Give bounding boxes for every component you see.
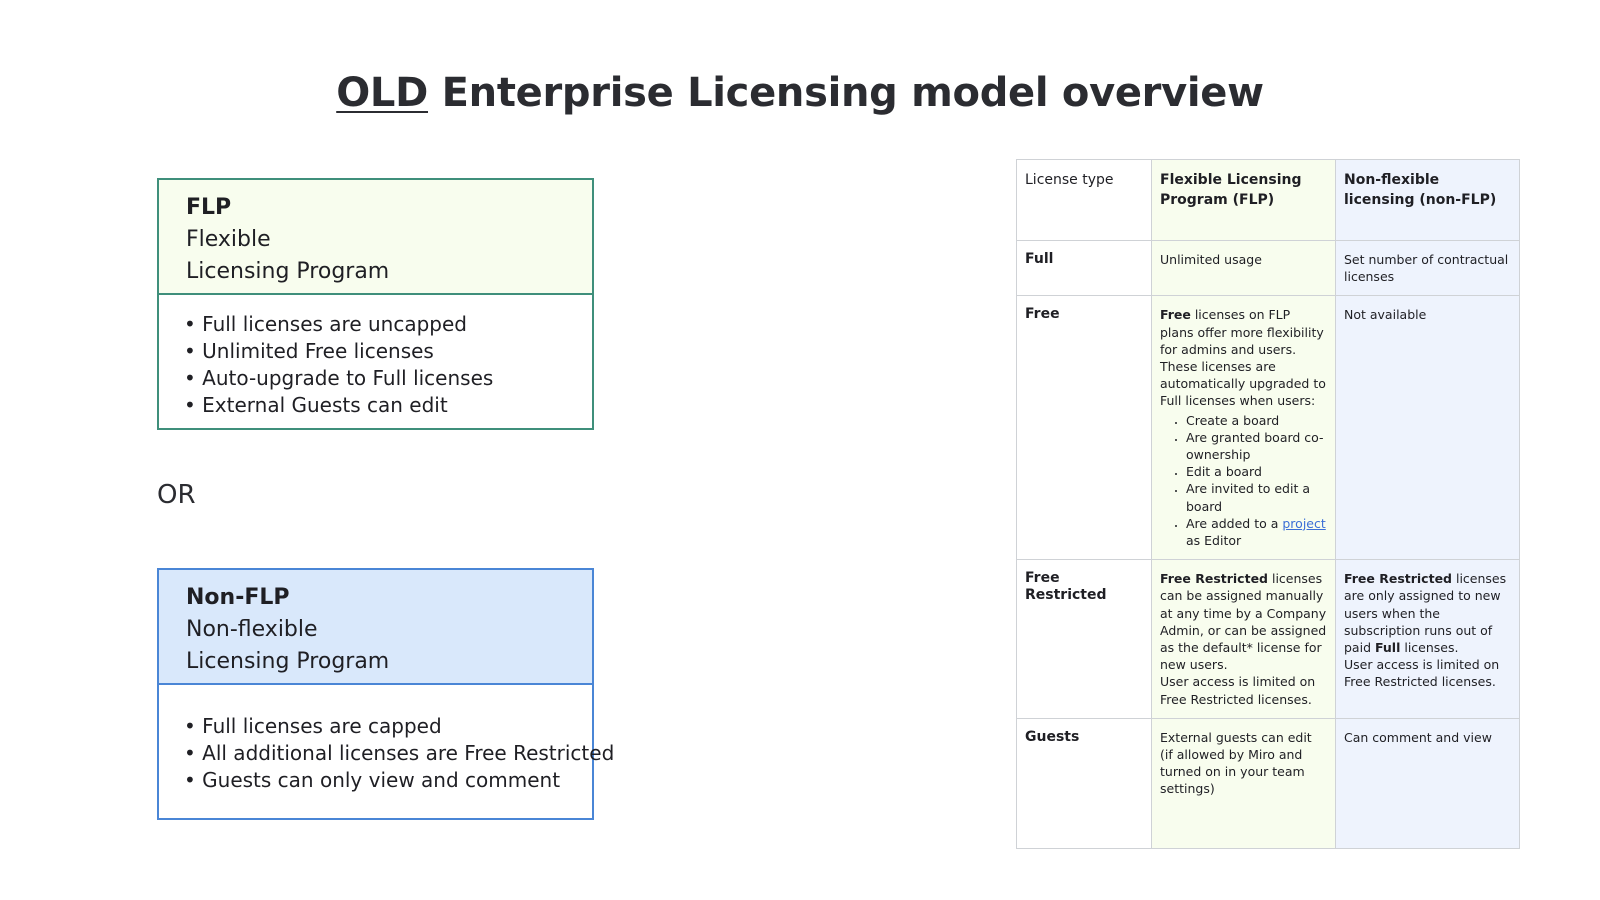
list-item: Create a board	[1186, 412, 1327, 429]
flp-card: FLP Flexible Licensing Program • Full li…	[157, 178, 594, 430]
page-title: OLD Enterprise Licensing model overview	[0, 70, 1600, 116]
cell-free-flp: Free licenses on FLP plans offer more fl…	[1151, 295, 1336, 561]
cell-guests-flp: External guests can edit (if allowed by …	[1151, 717, 1336, 849]
row-label-guests: Guests	[1016, 717, 1152, 849]
row-label-free-restricted: Free Restricted	[1016, 559, 1152, 719]
title-old-word: OLD	[336, 70, 429, 116]
list-item: Are granted board co-ownership	[1186, 429, 1327, 463]
flp-card-abbr: FLP	[186, 195, 232, 220]
header-license-type: License type	[1016, 159, 1152, 241]
free-upgrade-conditions: Create a board Are granted board co-owne…	[1160, 412, 1327, 550]
flp-bullet: • Auto-upgrade to Full licenses	[184, 366, 494, 390]
flp-bullet-list: • Full licenses are uncapped • Unlimited…	[184, 311, 567, 419]
project-link[interactable]: project	[1282, 516, 1325, 531]
flp-card-header: FLP Flexible Licensing Program	[159, 180, 592, 295]
nonflp-card-body: • Full licenses are capped • All additio…	[159, 685, 615, 808]
free-restricted-nonflp-text3: User access is limited on Free Restricte…	[1344, 657, 1500, 690]
license-comparison-table: License type Flexible Licensing Program …	[1016, 159, 1520, 849]
cell-free-restricted-nonflp: Free Restricted licenses are only assign…	[1335, 559, 1520, 719]
flp-bullet: • Unlimited Free licenses	[184, 339, 434, 363]
free-restricted-nonflp-text2: licenses.	[1400, 640, 1459, 656]
header-flp: Flexible Licensing Program (FLP)	[1151, 159, 1336, 241]
flp-bullet: • External Guests can edit	[184, 393, 448, 417]
flp-card-line2: Licensing Program	[186, 259, 390, 284]
header-nonflp: Non-flexible licensing (non-FLP)	[1335, 159, 1520, 241]
list-item: Are added to a project as Editor	[1186, 515, 1327, 549]
table-row-full: Full Unlimited usage Set number of contr…	[1016, 239, 1520, 297]
or-label: OR	[157, 480, 196, 510]
list-item-post: as Editor	[1186, 533, 1242, 549]
free-restricted-flp-text: licenses can be assigned manually at any…	[1160, 571, 1327, 673]
nonflp-card-abbr: Non-FLP	[186, 585, 290, 610]
nonflp-card-line2: Licensing Program	[186, 649, 390, 674]
cell-guests-nonflp: Can comment and view	[1335, 717, 1520, 849]
list-item: Edit a board	[1186, 463, 1327, 480]
nonflp-bullet: • Guests can only view and comment	[184, 768, 561, 792]
table-row-free-restricted: Free Restricted Free Restricted licenses…	[1016, 559, 1520, 719]
list-item: Are invited to edit a board	[1186, 480, 1327, 514]
list-item-pre: Are added to a	[1186, 515, 1283, 531]
flp-bullet: • Full licenses are uncapped	[184, 312, 467, 336]
table-row-free: Free Free licenses on FLP plans offer mo…	[1016, 295, 1520, 561]
nonflp-card: Non-FLP Non-flexible Licensing Program •…	[157, 568, 615, 820]
free-flp-text: licenses on FLP plans offer more flexibi…	[1160, 307, 1326, 409]
nonflp-bullet: • Full licenses are capped	[184, 714, 442, 738]
nonflp-bullet: • All additional licenses are Free Restr…	[184, 741, 615, 765]
table-header-row: License type Flexible Licensing Program …	[1016, 159, 1520, 241]
free-flp-bold: Free	[1160, 307, 1191, 323]
cell-full-nonflp: Set number of contractual licenses	[1335, 239, 1520, 297]
cell-free-nonflp: Not available	[1335, 295, 1520, 561]
free-restricted-nonflp-bold: Free Restricted	[1344, 571, 1452, 587]
cell-full-flp: Unlimited usage	[1151, 239, 1336, 297]
free-restricted-nonflp-bold2: Full	[1374, 640, 1401, 656]
row-label-free: Free	[1016, 295, 1152, 561]
nonflp-card-header: Non-FLP Non-flexible Licensing Program	[159, 570, 592, 685]
nonflp-bullet-list: • Full licenses are capped • All additio…	[184, 713, 615, 794]
nonflp-card-line1: Non-flexible	[186, 617, 318, 642]
free-restricted-flp-bold: Free Restricted	[1160, 571, 1268, 587]
title-rest: Enterprise Licensing model overview	[441, 70, 1264, 116]
table-row-guests: Guests External guests can edit (if allo…	[1016, 717, 1520, 849]
cell-free-restricted-flp: Free Restricted licenses can be assigned…	[1151, 559, 1336, 719]
row-label-full: Full	[1016, 239, 1152, 297]
free-restricted-flp-text2: User access is limited on Free Restricte…	[1160, 674, 1316, 707]
flp-card-line1: Flexible	[186, 227, 271, 252]
flp-card-body: • Full licenses are uncapped • Unlimited…	[159, 295, 592, 433]
